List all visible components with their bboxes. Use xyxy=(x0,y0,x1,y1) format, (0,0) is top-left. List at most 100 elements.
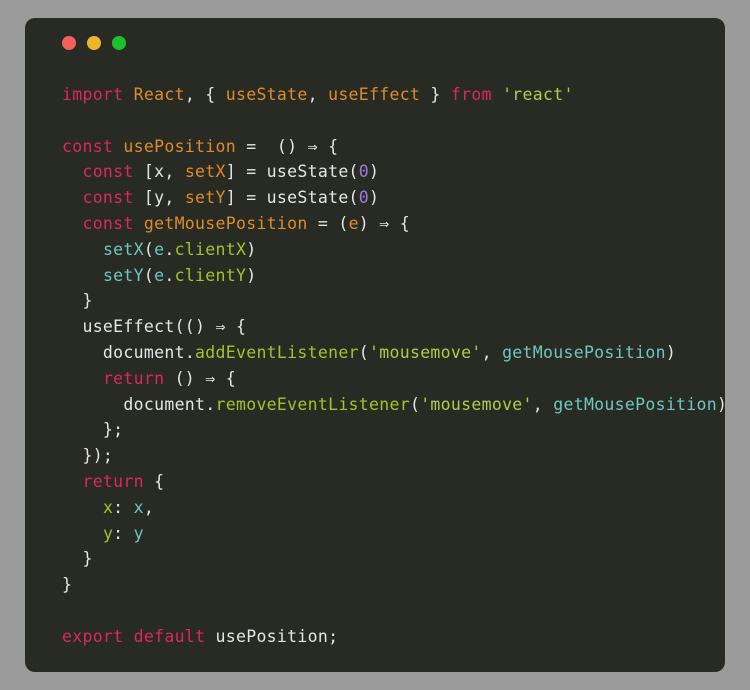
code-token: getMousePosition xyxy=(143,213,308,233)
code-token: , xyxy=(532,394,554,414)
code-token: () ⇒ { xyxy=(164,368,236,388)
code-token: y xyxy=(102,523,114,543)
code-token: removeEventListener xyxy=(215,394,410,414)
code-token: ( xyxy=(358,342,370,362)
code-line: setX(e.clientX) xyxy=(62,237,725,263)
code-token: , xyxy=(307,85,329,104)
code-line: return { xyxy=(62,469,725,495)
code-token: setY xyxy=(102,265,144,285)
code-token: ) xyxy=(246,239,257,259)
code-window: import React, { useState, useEffect } fr… xyxy=(25,18,725,672)
code-token: } xyxy=(62,549,93,569)
code-token: 0 xyxy=(358,188,370,208)
code-token: , xyxy=(481,342,503,362)
code-line: }); xyxy=(62,443,725,469)
code-token: ) xyxy=(717,395,725,414)
code-token: usePosition; xyxy=(205,626,339,646)
code-token: = () ⇒ { xyxy=(235,136,339,156)
code-block[interactable]: import React, { useState, useEffect } fr… xyxy=(25,68,725,650)
code-token: : xyxy=(113,523,134,543)
code-line: const usePosition = () ⇒ { xyxy=(62,134,725,160)
code-line: const [x, setX] = useState(0) xyxy=(62,159,725,185)
code-token: ( xyxy=(409,394,421,414)
code-token: e xyxy=(154,265,165,285)
code-token: } xyxy=(420,85,451,104)
code-token: document xyxy=(62,342,185,362)
code-token: ] = useState( xyxy=(225,162,359,182)
code-token: y xyxy=(133,523,144,543)
code-token: clientY xyxy=(174,265,247,285)
code-token: React xyxy=(133,85,185,104)
code-token: usePosition xyxy=(123,136,236,156)
maximize-button[interactable] xyxy=(112,36,126,50)
code-line: document.removeEventListener('mousemove'… xyxy=(62,392,725,418)
code-line: useEffect(() ⇒ { xyxy=(62,314,725,340)
code-token: = ( xyxy=(307,213,349,233)
code-token: ( xyxy=(143,239,155,259)
code-line: document.addEventListener('mousemove', g… xyxy=(62,340,725,366)
code-token: 0 xyxy=(358,162,370,182)
code-line: const [y, setY] = useState(0) xyxy=(62,185,725,211)
code-token: x xyxy=(154,162,165,182)
code-token: } xyxy=(62,575,73,595)
code-token: , xyxy=(143,497,155,517)
code-token: clientX xyxy=(174,239,247,259)
code-token: export xyxy=(62,626,124,646)
code-token: useEffect(() ⇒ { xyxy=(62,317,247,337)
code-token: setX xyxy=(102,239,144,259)
code-token: const xyxy=(82,213,134,233)
code-token: , xyxy=(164,162,185,182)
code-line: import React, { useState, useEffect } fr… xyxy=(62,82,725,108)
code-line: x: x, xyxy=(62,495,725,521)
code-token: ( xyxy=(143,265,155,285)
code-line: y: y xyxy=(62,521,725,547)
code-token: useEffect xyxy=(328,85,421,104)
code-token: . xyxy=(164,265,175,285)
code-token: y xyxy=(154,188,165,208)
code-token: , xyxy=(164,188,185,208)
code-token: ) xyxy=(665,342,677,362)
code-token: 'mousemove' xyxy=(420,394,533,414)
code-token: 'mousemove' xyxy=(369,342,482,362)
window-title-bar xyxy=(25,18,725,68)
code-token: const xyxy=(62,136,114,156)
close-button[interactable] xyxy=(62,36,76,50)
code-token: default xyxy=(133,626,206,646)
code-token: from xyxy=(450,85,492,104)
code-line: export default usePosition; xyxy=(62,624,725,650)
code-token: 'react' xyxy=(502,85,574,104)
code-token: [ xyxy=(133,162,155,182)
code-token: e xyxy=(348,213,359,233)
code-token: import xyxy=(62,85,124,104)
code-token: setY xyxy=(184,188,226,208)
code-line: return () ⇒ { xyxy=(62,366,725,392)
code-token: }; xyxy=(62,420,124,440)
code-token: }); xyxy=(62,446,114,466)
code-token: . xyxy=(205,394,216,414)
code-token: x xyxy=(102,497,114,517)
minimize-button[interactable] xyxy=(87,36,101,50)
code-token: document xyxy=(62,394,206,414)
code-token: [ xyxy=(133,188,155,208)
code-token: , { xyxy=(184,85,226,104)
code-line: } xyxy=(62,288,725,314)
code-token: ) xyxy=(369,188,380,208)
code-line: setY(e.clientY) xyxy=(62,263,725,289)
code-token: addEventListener xyxy=(195,342,359,362)
code-token: ) xyxy=(246,265,257,285)
code-token: getMousePosition xyxy=(502,342,666,362)
